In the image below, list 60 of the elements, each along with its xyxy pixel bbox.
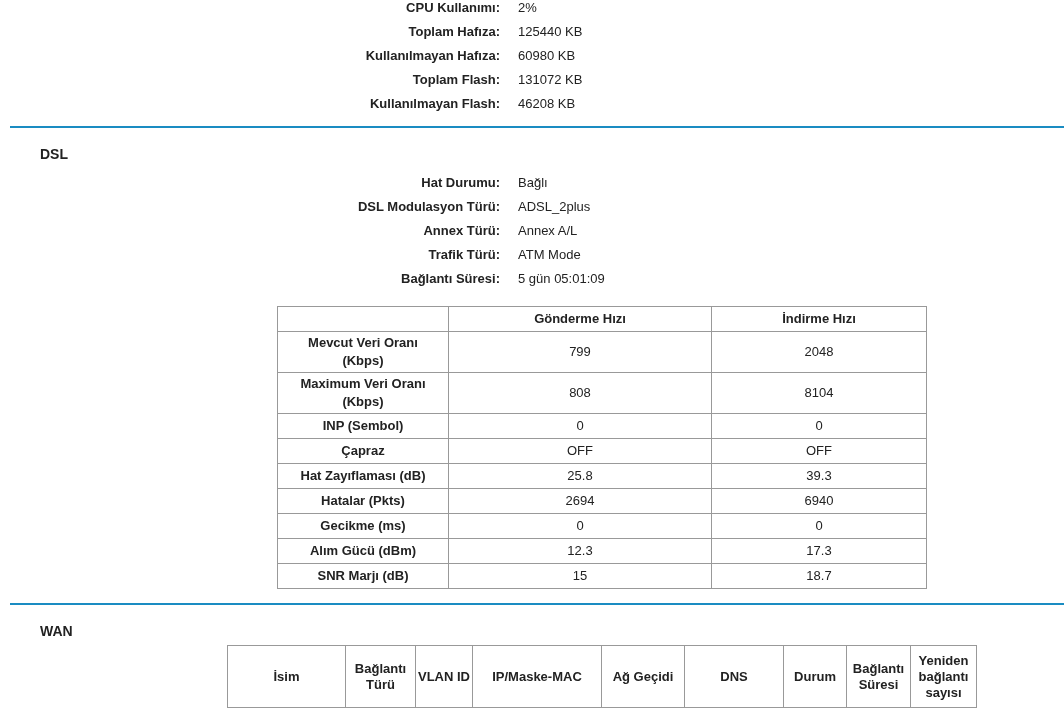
field-label: Annex Türü:: [422, 222, 500, 240]
field-label: Toplam Hafıza:: [407, 23, 500, 41]
field-label: Toplam Flash:: [411, 71, 500, 89]
table-cell: 0: [711, 413, 927, 439]
field-value: 60980 KB: [518, 47, 577, 65]
table-header: İsim: [227, 645, 346, 708]
table-cell: 6940: [711, 488, 927, 514]
table-header: Gönderme Hızı: [448, 306, 712, 332]
table-cell: 2048: [711, 331, 927, 373]
field-value: 125440 KB: [518, 23, 584, 41]
table-cell: OFF: [448, 438, 712, 464]
table-row-label: Hatalar (Pkts): [277, 488, 449, 514]
field-value: 5 gün 05:01:09: [518, 270, 606, 288]
field-label: Kullanılmayan Hafıza:: [364, 47, 500, 65]
field-value: ATM Mode: [518, 246, 582, 264]
table-header: VLAN ID: [415, 645, 473, 708]
table-cell: 15: [448, 563, 712, 589]
table-cell: 12.3: [448, 538, 712, 564]
field-value: 46208 KB: [518, 95, 577, 113]
table-cell: 18.7: [711, 563, 927, 589]
field-label: DSL Modulasyon Türü:: [356, 198, 500, 216]
field-label: Hat Durumu:: [420, 174, 500, 192]
table-header: Ağ Geçidi: [601, 645, 685, 708]
table-cell: OFF: [711, 438, 927, 464]
table-row-label: SNR Marjı (dB): [277, 563, 449, 589]
field-label: Bağlantı Süresi:: [400, 270, 500, 288]
table-row-label: Çapraz: [277, 438, 449, 464]
table-cell: 799: [448, 331, 712, 373]
table-cell: 2694: [448, 488, 712, 514]
table-header: Yeniden bağlantı sayısı: [910, 645, 977, 708]
field-value: 2%: [518, 0, 538, 17]
field-value: ADSL_2plus: [518, 198, 592, 216]
table-cell: 8104: [711, 372, 927, 414]
table-header: Bağlantı Türü: [345, 645, 416, 708]
table-row-label: Mevcut Veri Oranı (Kbps): [277, 331, 449, 373]
section-title: WAN: [40, 623, 73, 639]
field-value: 131072 KB: [518, 71, 584, 89]
section-title: DSL: [40, 146, 68, 162]
table-cell: 0: [448, 413, 712, 439]
table-row-label: Alım Gücü (dBm): [277, 538, 449, 564]
field-label: Kullanılmayan Flash:: [368, 95, 500, 113]
table-header: Durum: [783, 645, 847, 708]
field-label: Trafik Türü:: [427, 246, 500, 264]
table-cell: 808: [448, 372, 712, 414]
table-header: IP/Maske-MAC: [472, 645, 602, 708]
table-row-label: Maximum Veri Oranı (Kbps): [277, 372, 449, 414]
field-value: Bağlı: [518, 174, 549, 192]
table-cell: 0: [711, 513, 927, 539]
table-header: İndirme Hızı: [711, 306, 927, 332]
field-label: CPU Kullanımı:: [405, 0, 500, 17]
table-header: Bağlantı Süresi: [846, 645, 911, 708]
table-header: DNS: [684, 645, 784, 708]
table-cell: 39.3: [711, 463, 927, 489]
table-row-label: INP (Sembol): [277, 413, 449, 439]
table-cell: 17.3: [711, 538, 927, 564]
table-row-label: Gecikme (ms): [277, 513, 449, 539]
field-value: Annex A/L: [518, 222, 579, 240]
table-cell: 25.8: [448, 463, 712, 489]
table-cell: 0: [448, 513, 712, 539]
table-row-label: Hat Zayıflaması (dB): [277, 463, 449, 489]
